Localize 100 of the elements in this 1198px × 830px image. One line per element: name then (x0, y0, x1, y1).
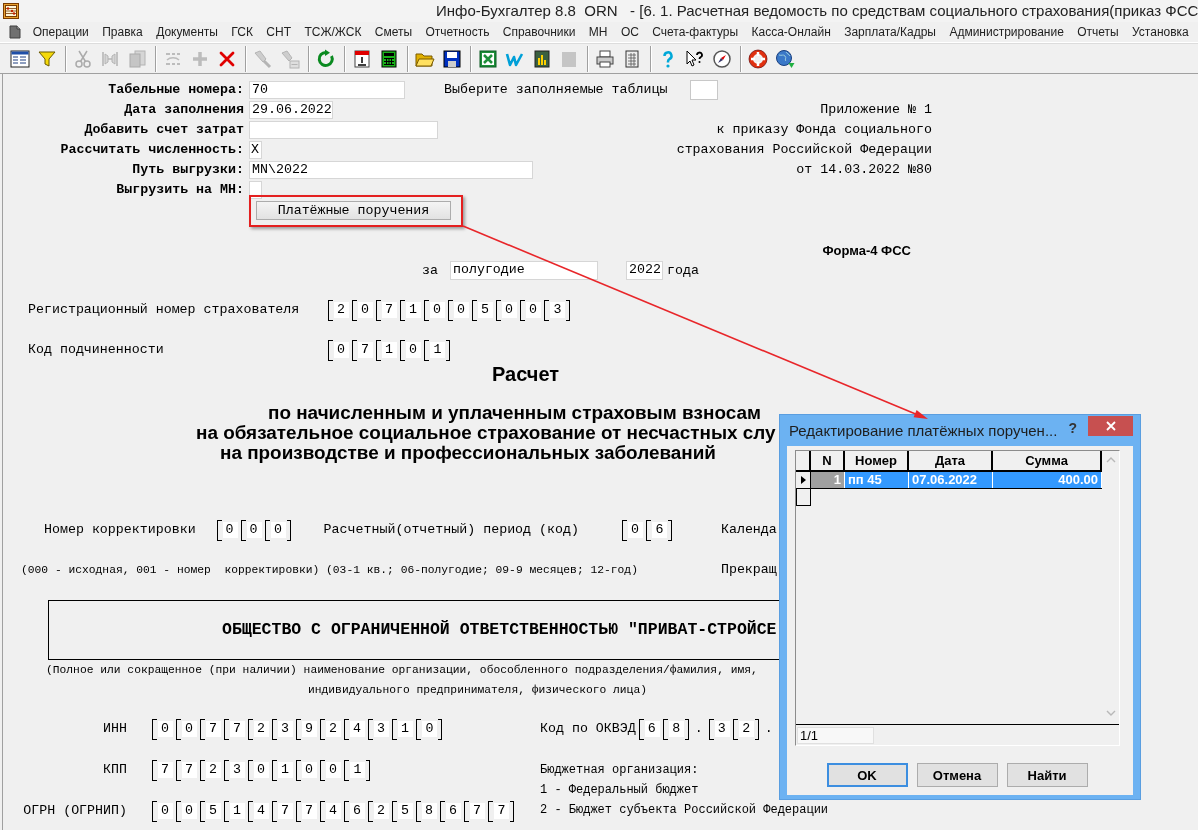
digit-cell: 7 (296, 800, 320, 822)
menu-item[interactable]: Правка (95, 23, 150, 41)
menu-item[interactable]: ТСЖ/ЖСК (297, 23, 369, 41)
lifebuoy-icon[interactable] (748, 48, 768, 69)
digit-cell: 7 (152, 759, 176, 781)
document-icon[interactable] (9, 25, 21, 39)
globe-icon[interactable] (775, 48, 795, 69)
input-field[interactable]: 29.06.2022 (249, 101, 333, 119)
digit-cell: 4 (344, 718, 368, 740)
input-field[interactable]: 2022 (625, 261, 663, 280)
refresh-icon[interactable] (316, 48, 336, 69)
column-header[interactable]: Сумма (993, 451, 1102, 470)
field-label: Табельные номера: (108, 82, 244, 98)
field-label: ИНН (103, 721, 127, 737)
menu-item[interactable]: Отчеты (1070, 23, 1126, 41)
digit-cell: 2 (732, 718, 759, 740)
field-label: Путь выгрузки: (132, 162, 244, 178)
grid-sheet-icon[interactable] (622, 48, 642, 69)
menu-item[interactable]: Администрирование (942, 23, 1071, 41)
digit-cell: 4 (320, 800, 344, 822)
close-icon (1105, 421, 1116, 431)
field-label: КПП (103, 762, 127, 778)
field-label: ОГРН (ОГРНИП) (23, 803, 127, 819)
form-code: Форма-4 ФСС (822, 243, 911, 258)
digit-cell: 5 (472, 299, 496, 321)
x-tile-icon[interactable] (478, 48, 498, 69)
field-label: Выгрузить на МН: (116, 182, 244, 198)
menu-item[interactable]: Отчетность (418, 23, 497, 41)
input-field[interactable]: полугодие (449, 261, 598, 280)
column-header[interactable]: Дата (909, 451, 993, 470)
table-cell: 400.00 (993, 472, 1102, 488)
digit-cell: 6 (645, 519, 672, 541)
digit-cell: 0 (448, 299, 472, 321)
close-button[interactable] (1088, 416, 1133, 436)
menu-item[interactable]: СНТ (259, 23, 298, 41)
help-button[interactable]: ? (1068, 420, 1077, 436)
digit-cell: 0 (320, 759, 344, 781)
digit-cell: 0 (400, 339, 424, 361)
column-header[interactable]: Номер (845, 451, 909, 470)
input-field[interactable] (249, 121, 438, 139)
period-label: года (666, 262, 699, 279)
report-subtitle: по начисленным и уплаченным страховым взносам (268, 403, 761, 423)
menu-item[interactable]: Документы (149, 23, 225, 41)
menu-item[interactable]: Сметы (368, 23, 419, 41)
calendar-icon[interactable] (352, 48, 372, 69)
digit-cell: 0 (328, 339, 352, 361)
menu-item[interactable]: МН (582, 23, 615, 41)
digit-cell: 0 (240, 519, 265, 541)
dialog-button[interactable]: Отмена (916, 763, 998, 787)
separator-text: . (694, 721, 703, 737)
input-field[interactable]: 70 (249, 81, 405, 99)
compass-icon[interactable] (712, 48, 732, 69)
column-header[interactable]: N (811, 451, 845, 470)
row-pointer-icon (800, 476, 806, 484)
digit-cell: 0 (296, 759, 320, 781)
funnel-icon[interactable] (37, 48, 57, 69)
digit-cell: 1 (344, 759, 370, 781)
menu-item[interactable]: Справочники (496, 23, 583, 41)
menu-item[interactable]: Касса-Онлайн (744, 23, 838, 41)
digit-cell: 9 (296, 718, 320, 740)
digit-cell: 0 (248, 759, 272, 781)
field-label: Регистрационный номер страхователя (28, 302, 300, 318)
appendix-line: к приказу Фонда социального (716, 122, 932, 138)
menu-item[interactable]: ОС (614, 23, 646, 41)
dialog-button[interactable]: Найти (1006, 763, 1088, 787)
menu-item[interactable]: Установка (1125, 23, 1196, 41)
menu-item[interactable]: Зарплата/Кадры (837, 23, 943, 41)
field-label: Календа (720, 522, 777, 538)
input-field[interactable]: MN\2022 (249, 161, 533, 179)
budget-option: 2 - Бюджет субъекта Российской Федерации (540, 800, 829, 820)
digit-cell: 7 (376, 299, 400, 321)
field-label: Прекращ (720, 562, 777, 578)
org-name-box: ОБЩЕСТВО С ОГРАНИЧЕННОЙ ОТВЕТСТВЕННОСТЬЮ "ПРИВАТ-СТРОЙСЕ (48, 600, 779, 660)
digit-cell: 3 (368, 718, 392, 740)
abacus-icon (3, 3, 19, 19)
digit-cell: 2 (200, 759, 224, 781)
calculator-icon[interactable] (379, 48, 399, 69)
payment-orders-button[interactable]: Платёжные поручения (256, 201, 451, 220)
window-icon[interactable] (10, 48, 30, 69)
input-field[interactable]: X (249, 141, 262, 159)
digit-cell: 0 (424, 299, 448, 321)
menu-item[interactable]: Операции (26, 23, 96, 41)
digit-cell: 6 (344, 800, 368, 822)
report-subtitle: на обязательное социальное страхование от несчастных слу (196, 423, 776, 443)
digit-cell: 7 (352, 339, 376, 361)
budget-title: Бюджетная организация: (540, 762, 699, 779)
pointer-question-icon[interactable] (685, 48, 705, 69)
caption-text: (Полное или сокращенное (при наличии) наименование организации, обособленного подразделения/фамилия, имя, (46, 663, 758, 678)
digit-cell: 2 (248, 718, 272, 740)
menu-item[interactable]: Счета-фактуры (645, 23, 745, 41)
printer-icon[interactable] (595, 48, 615, 69)
digit-cell: 3 (272, 718, 296, 740)
separator-text: . (764, 721, 773, 737)
menu-item[interactable]: ГСК (224, 23, 260, 41)
dialog-button[interactable]: OK (826, 763, 908, 787)
input-field[interactable] (690, 80, 719, 100)
field-label: Добавить счет затрат (84, 122, 244, 138)
dialog-title: Редактирование платёжных поручен... (788, 422, 1058, 440)
bar-chart-icon[interactable] (532, 48, 552, 69)
field-label: Расчетный(отчетный) период (код) (323, 522, 579, 538)
